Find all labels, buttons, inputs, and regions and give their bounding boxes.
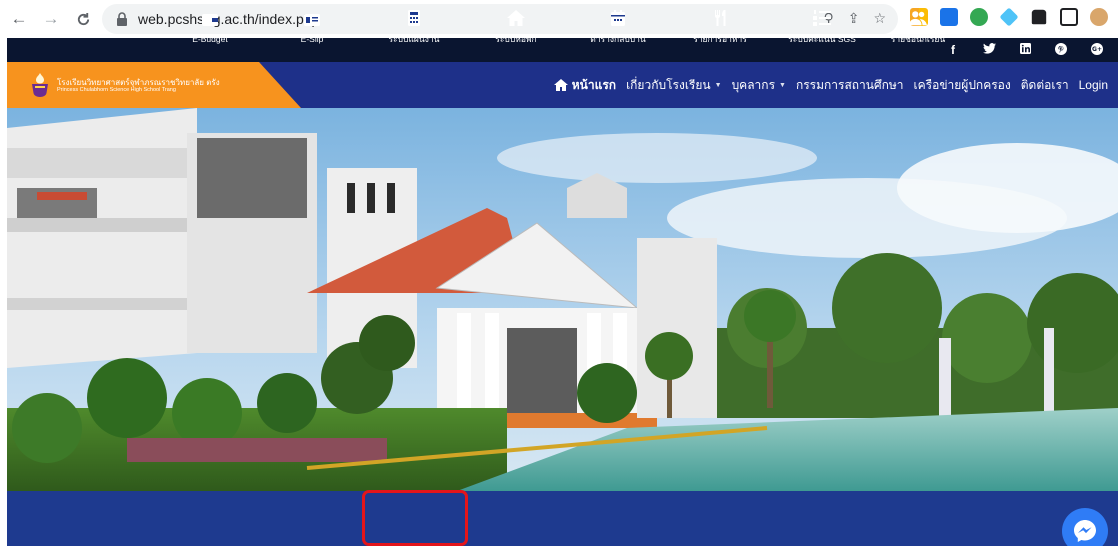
school-building-image <box>7 108 1118 491</box>
lock-icon <box>117 12 127 26</box>
quicklink-label: ระบบหอพัก <box>495 33 537 44</box>
quicklink-students[interactable]: รายชื่อนักเรียน <box>868 0 968 55</box>
wallet-icon <box>202 13 218 26</box>
quicklink-planning[interactable]: ระบบแผนงาน <box>364 0 464 55</box>
calculator-icon <box>408 9 420 26</box>
quicklink-label: ระบบแผนงาน <box>388 33 440 44</box>
quicklink-label: รายการอาหาร <box>693 33 747 44</box>
linkedin-icon[interactable] <box>1016 43 1034 57</box>
money-slip-icon <box>304 13 320 26</box>
utensils-icon <box>715 9 726 26</box>
google-plus-icon[interactable]: G+ <box>1088 42 1106 58</box>
pinterest-icon[interactable] <box>1052 42 1070 58</box>
quicklink-label: ระบบคะแนน SGS <box>788 33 856 44</box>
quicklink-e-budget[interactable]: E-Budget <box>160 0 260 55</box>
quicklink-schedule[interactable]: ตารางกลับบ้าน <box>568 0 668 55</box>
nav-about-label: เกี่ยวกับโรงเรียน <box>626 77 711 92</box>
main-nav: หน้าแรก เกี่ยวกับโรงเรียน ▼ บุคลากร ▼ กร… <box>553 62 1108 108</box>
nav-home-label: หน้าแรก <box>571 77 617 92</box>
users-icon <box>909 10 927 25</box>
nav-staff[interactable]: บุคลากร ▼ <box>732 76 786 95</box>
caret-down-icon: ▼ <box>779 81 786 89</box>
quick-links-bar <box>7 491 1118 546</box>
quicklink-dorm[interactable]: ระบบหอพัก <box>466 0 566 55</box>
twitter-icon[interactable] <box>980 43 998 57</box>
nav-parents-label: เครือข่ายผู้ปกครอง <box>913 77 1011 92</box>
reload-icon[interactable] <box>70 6 96 32</box>
highlight-annotation <box>362 490 468 546</box>
messenger-chat-button[interactable] <box>1062 508 1108 546</box>
forward-icon[interactable]: → <box>38 6 64 32</box>
hero-banner <box>7 108 1118 491</box>
svg-text:G+: G+ <box>1092 46 1102 53</box>
nav-contact[interactable]: ติดต่อเรา <box>1021 76 1069 95</box>
nav-login-label: Login <box>1078 78 1108 92</box>
quicklink-food[interactable]: รายการอาหาร <box>670 0 770 55</box>
calendar-icon <box>611 9 625 26</box>
extension-g-icon[interactable] <box>970 8 988 26</box>
messenger-icon <box>1074 520 1096 542</box>
nav-contact-label: ติดต่อเรา <box>1020 77 1069 92</box>
nav-home[interactable]: หน้าแรก <box>553 76 617 95</box>
quicklink-label: E-Budget <box>192 33 228 44</box>
profile-avatar[interactable] <box>1090 8 1108 26</box>
extension-diamond-icon[interactable] <box>999 7 1019 27</box>
logo-english-name: Princess Chulabhorn Science High School … <box>57 87 176 93</box>
home-icon <box>553 79 568 91</box>
nav-board-label: กรรมการสถานศึกษา <box>795 77 904 92</box>
quicklink-e-slip[interactable]: E-Slip <box>262 0 362 55</box>
quicklink-label: ตารางกลับบ้าน <box>590 33 646 44</box>
quicklink-label: รายชื่อนักเรียน <box>890 33 946 44</box>
quicklink-sgs[interactable]: ระบบคะแนน SGS <box>772 0 872 55</box>
nav-staff-label: บุคลากร <box>731 77 776 92</box>
nav-board[interactable]: กรรมการสถานศึกษา <box>796 76 904 95</box>
extensions-puzzle-icon[interactable] <box>1031 9 1047 25</box>
quicklink-label: E-Slip <box>300 33 324 44</box>
school-emblem-icon <box>32 73 48 97</box>
home-icon <box>507 9 525 26</box>
nav-about[interactable]: เกี่ยวกับโรงเรียน ▼ <box>626 76 722 95</box>
nav-login[interactable]: Login <box>1079 78 1108 92</box>
site-logo[interactable]: โรงเรียนวิทยาศาสตร์จุฬาภรณราชวิทยาลัย ตร… <box>7 62 307 108</box>
site-header: โรงเรียนวิทยาศาสตร์จุฬาภรณราชวิทยาลัย ตร… <box>7 62 1118 108</box>
back-icon[interactable]: ← <box>6 6 32 32</box>
sidepanel-icon[interactable] <box>1060 8 1078 26</box>
ordered-list-icon <box>813 9 831 26</box>
caret-down-icon: ▼ <box>714 81 722 89</box>
nav-parents[interactable]: เครือข่ายผู้ปกครอง <box>914 76 1011 95</box>
